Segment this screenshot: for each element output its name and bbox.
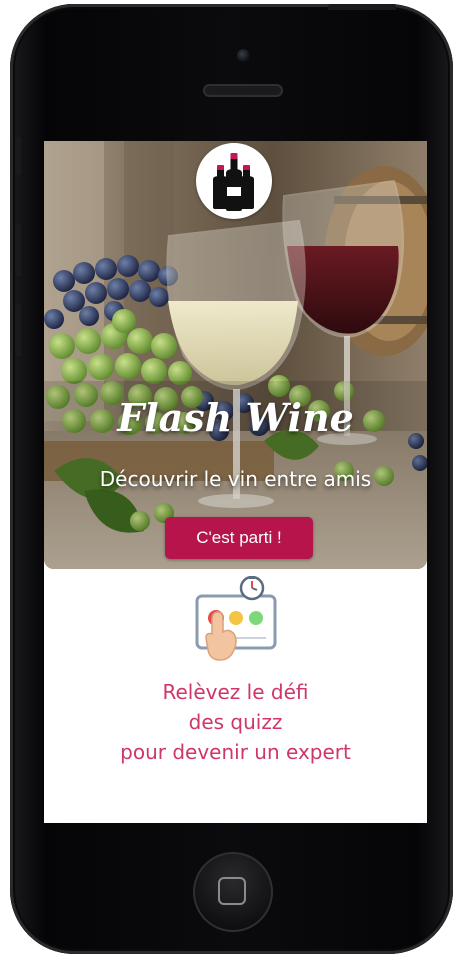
tagline-line-3: pour devenir un expert [120,740,351,764]
power-button [328,4,396,10]
home-square-icon [218,877,246,905]
tagline-line-1: Relèvez le défi [162,680,309,704]
volume-up-button [15,224,21,276]
app-title: Flash Wine [117,395,354,440]
app-screen: Flash Wine Découvrir le vin entre amis C… [44,141,427,823]
start-button[interactable]: C'est parti ! [165,517,313,559]
home-button[interactable] [193,852,273,932]
phone-frame: Flash Wine Découvrir le vin entre amis C… [10,4,453,954]
quiz-tagline: Relèvez le défi des quizz pour devenir u… [44,677,427,767]
mute-switch [15,137,21,175]
app-subtitle: Découvrir le vin entre amis [99,467,372,491]
hero-banner: Flash Wine Découvrir le vin entre amis C… [44,141,427,569]
front-camera [237,49,250,62]
wine-bottles-logo [196,143,272,219]
volume-down-button [15,304,21,356]
earpiece-speaker [203,84,283,97]
quiz-timer-icon [194,575,278,668]
wine-bottles-icon [213,153,254,211]
tagline-line-2: des quizz [188,710,283,734]
